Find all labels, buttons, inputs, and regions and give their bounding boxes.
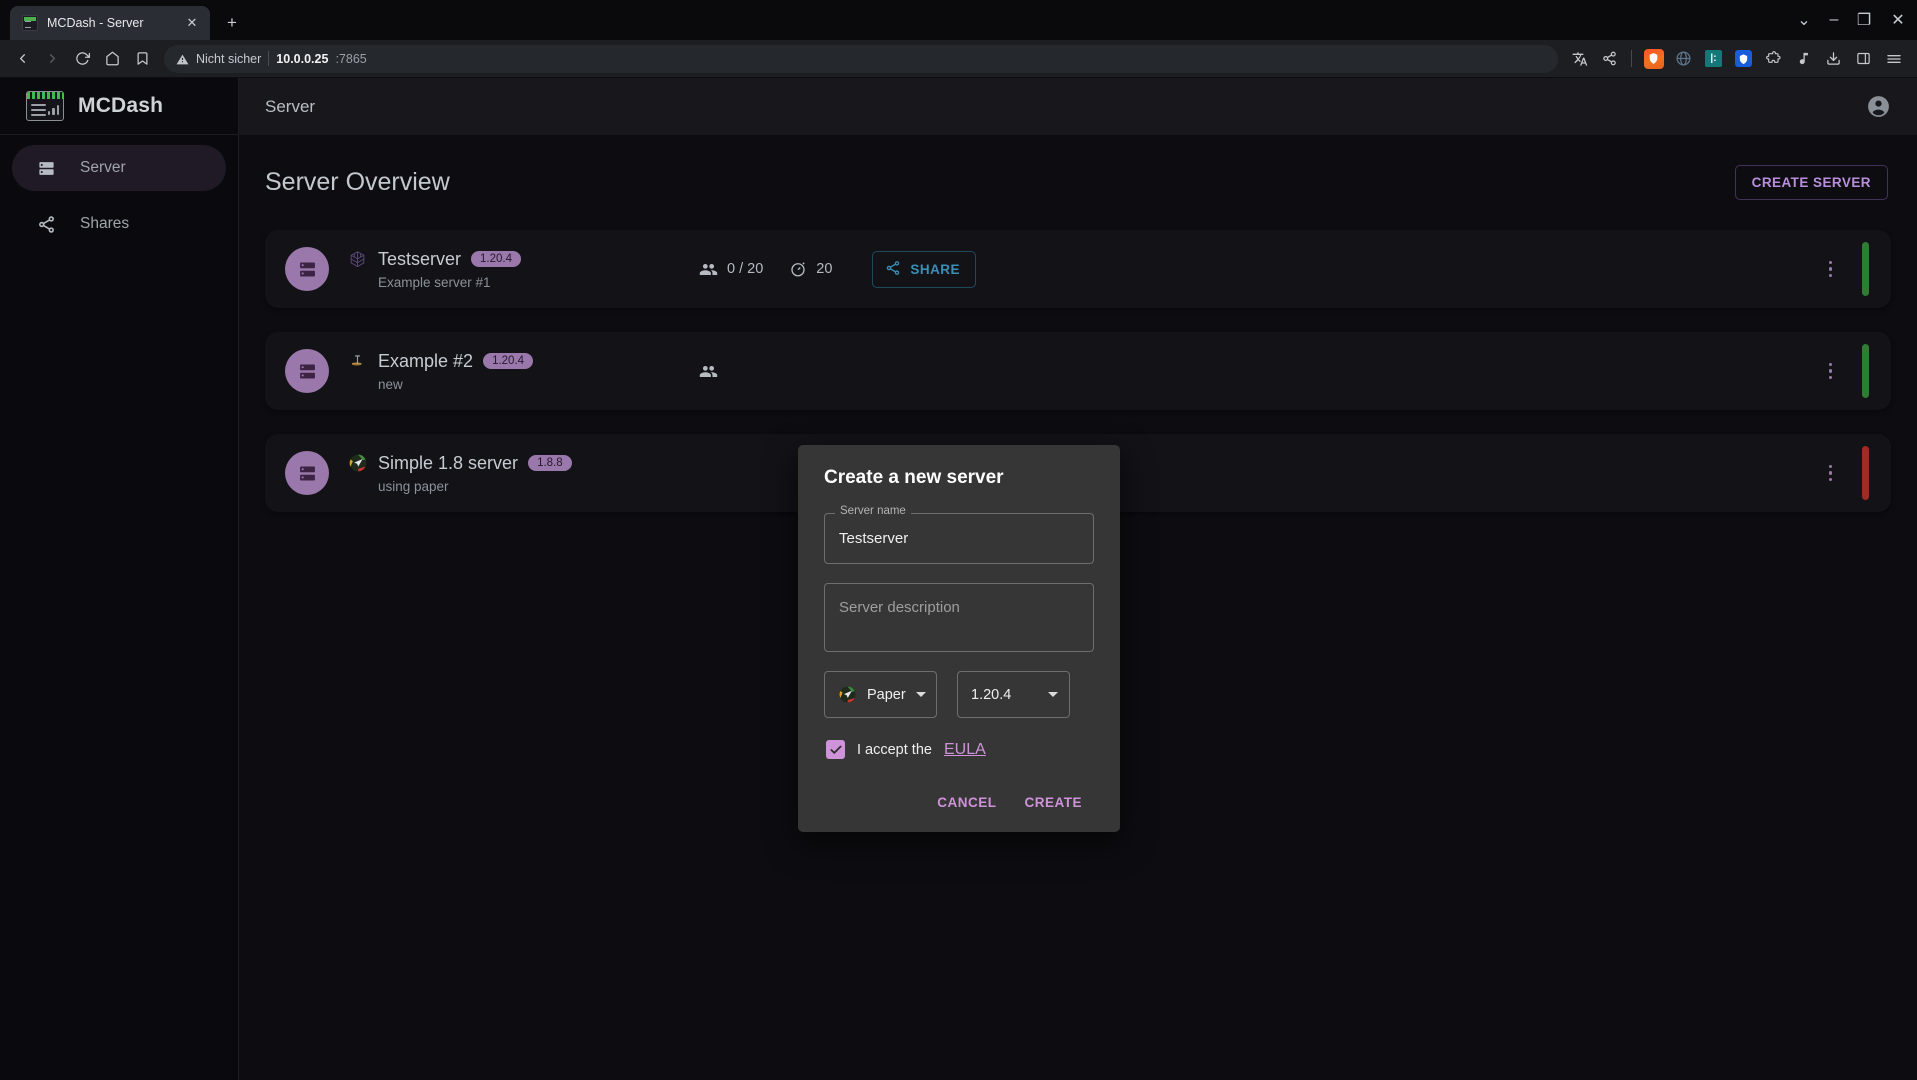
eula-link[interactable]: EULA: [944, 741, 986, 759]
shield-extension-icon[interactable]: [1730, 45, 1757, 72]
home-icon[interactable]: [98, 45, 126, 73]
bookmark-icon[interactable]: [128, 45, 156, 73]
menu-icon[interactable]: [1880, 45, 1907, 72]
url-port: :7865: [335, 51, 367, 66]
server-description-input[interactable]: Server description: [839, 599, 960, 616]
toolbar-icon-group: |:: [1566, 45, 1907, 72]
translate-icon[interactable]: [1566, 45, 1593, 72]
close-icon[interactable]: ✕: [182, 13, 202, 33]
server-name-input[interactable]: Testserver: [839, 530, 908, 547]
create-server-dialog: Create a new server Server name Testserv…: [798, 445, 1120, 832]
create-button[interactable]: CREATE: [1012, 787, 1094, 818]
url-divider: [268, 51, 270, 66]
server-name-field[interactable]: Server name Testserver: [824, 505, 1094, 564]
security-status-text: Nicht sicher: [196, 51, 262, 66]
eula-row: I accept the EULA: [824, 740, 1094, 759]
forward-icon: [38, 45, 66, 73]
maximize-icon[interactable]: ❐: [1849, 0, 1879, 40]
dialog-actions: CANCEL CREATE: [824, 787, 1094, 818]
bitwarden-extension-icon[interactable]: |:: [1700, 45, 1727, 72]
modal-overlay: Create a new server Server name Testserv…: [0, 78, 1917, 1080]
select-row: Paper 1.20.4: [824, 671, 1094, 718]
address-bar[interactable]: Nicht sicher 10.0.0.25 :7865: [164, 44, 1558, 73]
new-tab-button[interactable]: +: [218, 9, 246, 37]
back-icon[interactable]: [8, 45, 36, 73]
brave-shields-icon[interactable]: [1640, 45, 1667, 72]
reload-icon[interactable]: [68, 45, 96, 73]
mcdash-favicon: [22, 15, 38, 31]
version-select[interactable]: 1.20.4: [957, 671, 1070, 718]
window-close-icon[interactable]: ✕: [1879, 0, 1917, 40]
minimize-icon[interactable]: –: [1819, 0, 1849, 40]
mcdash-app: MCDash Server Shares Server Server Overv…: [0, 78, 1917, 1080]
tab-title: MCDash - Server: [47, 16, 144, 30]
toolbar-divider: [1631, 50, 1632, 67]
cancel-button[interactable]: CANCEL: [925, 787, 1008, 818]
window-controls: ⌄ – ❐ ✕: [1789, 0, 1917, 40]
platform-select[interactable]: Paper: [824, 671, 937, 718]
chevron-down-icon: [1048, 692, 1058, 697]
globe-extension-icon[interactable]: [1670, 45, 1697, 72]
share-icon[interactable]: [1596, 45, 1623, 72]
version-select-value: 1.20.4: [971, 686, 1012, 703]
platform-select-value: Paper: [867, 686, 906, 703]
browser-tab[interactable]: MCDash - Server ✕: [10, 6, 210, 40]
server-name-label: Server name: [835, 505, 911, 517]
sidebar-icon[interactable]: [1850, 45, 1877, 72]
puzzle-extensions-icon[interactable]: [1760, 45, 1787, 72]
browser-tab-strip: MCDash - Server ✕ + ⌄ – ❐ ✕: [0, 0, 1917, 40]
paper-icon: [838, 685, 857, 704]
eula-checkbox[interactable]: [826, 740, 845, 759]
chevron-down-icon[interactable]: ⌄: [1789, 0, 1819, 40]
dialog-title: Create a new server: [824, 467, 1004, 488]
browser-toolbar: Nicht sicher 10.0.0.25 :7865 |:: [0, 40, 1917, 78]
not-secure-warning-icon: [176, 53, 189, 65]
url-host: 10.0.0.25: [276, 51, 329, 66]
eula-text: I accept the: [857, 741, 932, 758]
download-icon[interactable]: [1820, 45, 1847, 72]
chevron-down-icon: [915, 692, 926, 697]
music-icon[interactable]: [1790, 45, 1817, 72]
server-description-field[interactable]: Server description: [824, 583, 1094, 652]
